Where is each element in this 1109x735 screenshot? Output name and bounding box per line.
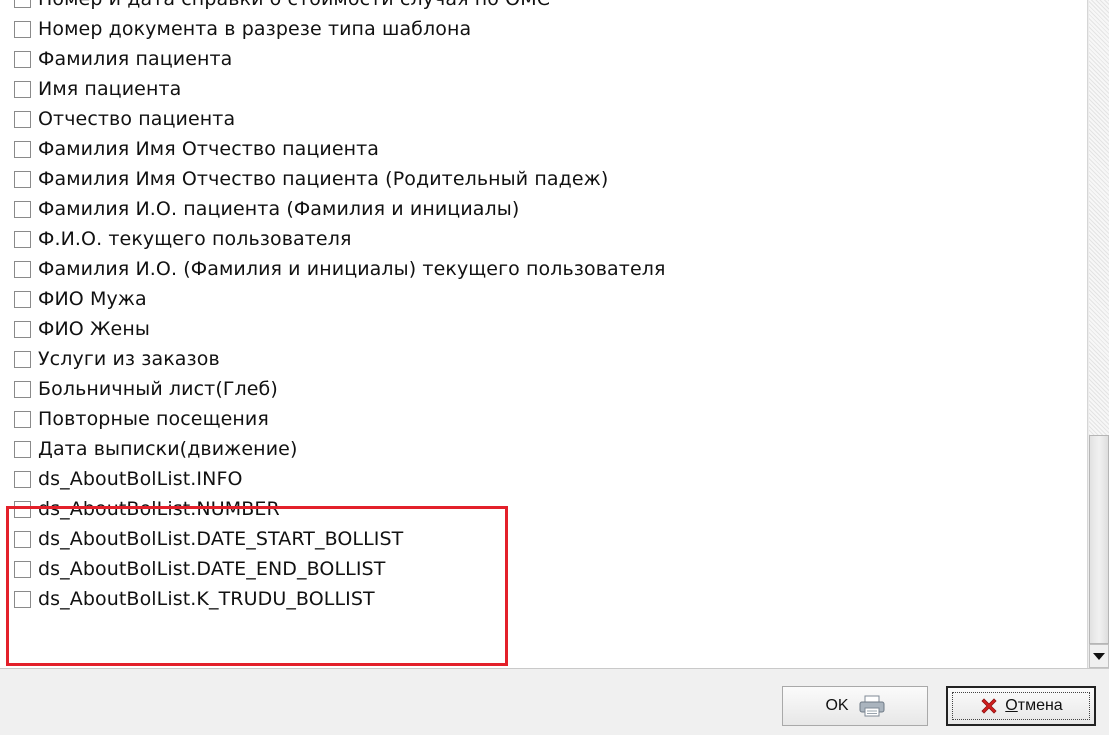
checkbox[interactable] (14, 80, 31, 98)
printer-icon (859, 695, 885, 717)
list-item-label: Фамилия И.О. пациента (Фамилия и инициал… (38, 198, 520, 220)
list-item-label: Ф.И.О. текущего пользователя (38, 228, 352, 250)
scrollbar-track[interactable] (1089, 0, 1109, 435)
checkbox[interactable] (14, 140, 31, 158)
focus-ring (952, 692, 1090, 720)
list-item-label: ФИО Мужа (38, 288, 147, 310)
list-item[interactable]: Имя пациента (0, 74, 1085, 104)
scroll-down-button[interactable] (1089, 644, 1109, 668)
dialog-footer: OK Отмена (0, 668, 1109, 735)
checkbox[interactable] (14, 470, 31, 488)
checkbox[interactable] (14, 320, 31, 338)
checkbox[interactable] (14, 230, 31, 248)
list-item[interactable]: ФИО Мужа (0, 284, 1085, 314)
list-item[interactable]: ds_AboutBolList.INFO (0, 464, 1085, 494)
checkbox[interactable] (14, 440, 31, 458)
list-item[interactable]: ds_AboutBolList.NUMBER (0, 494, 1085, 524)
checkbox[interactable] (14, 560, 31, 578)
list-item[interactable]: Отчество пациента (0, 104, 1085, 134)
chevron-down-icon (1093, 652, 1105, 660)
list-item[interactable]: Номер документа в разрезе типа шаблона (0, 14, 1085, 44)
list-item[interactable]: Услуги из заказов (0, 344, 1085, 374)
list-item-label: ds_AboutBolList.DATE_END_BOLLIST (38, 558, 386, 580)
checkbox[interactable] (14, 350, 31, 368)
list-item[interactable]: Фамилия И.О. (Фамилия и инициалы) текуще… (0, 254, 1085, 284)
checkbox[interactable] (14, 170, 31, 188)
checkbox[interactable] (14, 110, 31, 128)
list-item-label: ds_AboutBolList.DATE_START_BOLLIST (38, 528, 404, 550)
list-item-label: Фамилия Имя Отчество пациента (Родительн… (38, 168, 609, 190)
list-item[interactable]: Фамилия пациента (0, 44, 1085, 74)
list-item[interactable]: Больничный лист(Глеб) (0, 374, 1085, 404)
list-item-label: Фамилия Имя Отчество пациента (38, 138, 380, 160)
list-item[interactable]: Дата выписки(движение) (0, 434, 1085, 464)
checkbox[interactable] (14, 590, 31, 608)
scrollbar-thumb[interactable] (1089, 435, 1109, 644)
list-item-label: ds_AboutBolList.NUMBER (38, 498, 280, 520)
checkbox[interactable] (14, 0, 31, 8)
list-item[interactable]: ds_AboutBolList.DATE_START_BOLLIST (0, 524, 1085, 554)
list-item[interactable]: ds_AboutBolList.DATE_END_BOLLIST (0, 554, 1085, 584)
checkbox[interactable] (14, 380, 31, 398)
checkbox[interactable] (14, 530, 31, 548)
checkbox[interactable] (14, 200, 31, 218)
checkbox[interactable] (14, 290, 31, 308)
list-item[interactable]: Фамилия Имя Отчество пациента (Родительн… (0, 164, 1085, 194)
checkbox[interactable] (14, 260, 31, 278)
list-item-label: Отчество пациента (38, 108, 236, 130)
list-item-label: Фамилия И.О. (Фамилия и инициалы) текуще… (38, 258, 666, 280)
checkbox[interactable] (14, 410, 31, 428)
list-item-label: Фамилия пациента (38, 48, 233, 70)
ok-button[interactable]: OK (782, 686, 928, 726)
list-item-label: ФИО Жены (38, 318, 150, 340)
vertical-scrollbar[interactable] (1087, 0, 1109, 668)
checkbox[interactable] (14, 50, 31, 68)
ok-button-label: OK (825, 697, 849, 714)
list-item[interactable]: Номер и дата справки о стоимости случая … (0, 0, 1085, 14)
list-item-label: Больничный лист(Глеб) (38, 378, 278, 400)
list-item-label: Дата выписки(движение) (38, 438, 298, 460)
list-item-label: Услуги из заказов (38, 348, 220, 370)
list-item-label: Номер и дата справки о стоимости случая … (38, 0, 550, 10)
list-item-label: Имя пациента (38, 78, 182, 100)
field-list-panel: Номер и дата справки о стоимости случая … (0, 0, 1109, 668)
list-item-label: ds_AboutBolList.K_TRUDU_BOLLIST (38, 588, 375, 610)
list-item[interactable]: Фамилия И.О. пациента (Фамилия и инициал… (0, 194, 1085, 224)
list-item-label: ds_AboutBolList.INFO (38, 468, 243, 490)
list-item-label: Повторные посещения (38, 408, 269, 430)
list-item[interactable]: Ф.И.О. текущего пользователя (0, 224, 1085, 254)
checkbox[interactable] (14, 500, 31, 518)
list-item[interactable]: Повторные посещения (0, 404, 1085, 434)
checkbox[interactable] (14, 20, 31, 38)
cancel-button[interactable]: Отмена (946, 686, 1096, 726)
list-item[interactable]: Фамилия Имя Отчество пациента (0, 134, 1085, 164)
field-list: Номер и дата справки о стоимости случая … (0, 0, 1085, 614)
list-item[interactable]: ФИО Жены (0, 314, 1085, 344)
list-item-label: Номер документа в разрезе типа шаблона (38, 18, 472, 40)
list-item[interactable]: ds_AboutBolList.K_TRUDU_BOLLIST (0, 584, 1085, 614)
